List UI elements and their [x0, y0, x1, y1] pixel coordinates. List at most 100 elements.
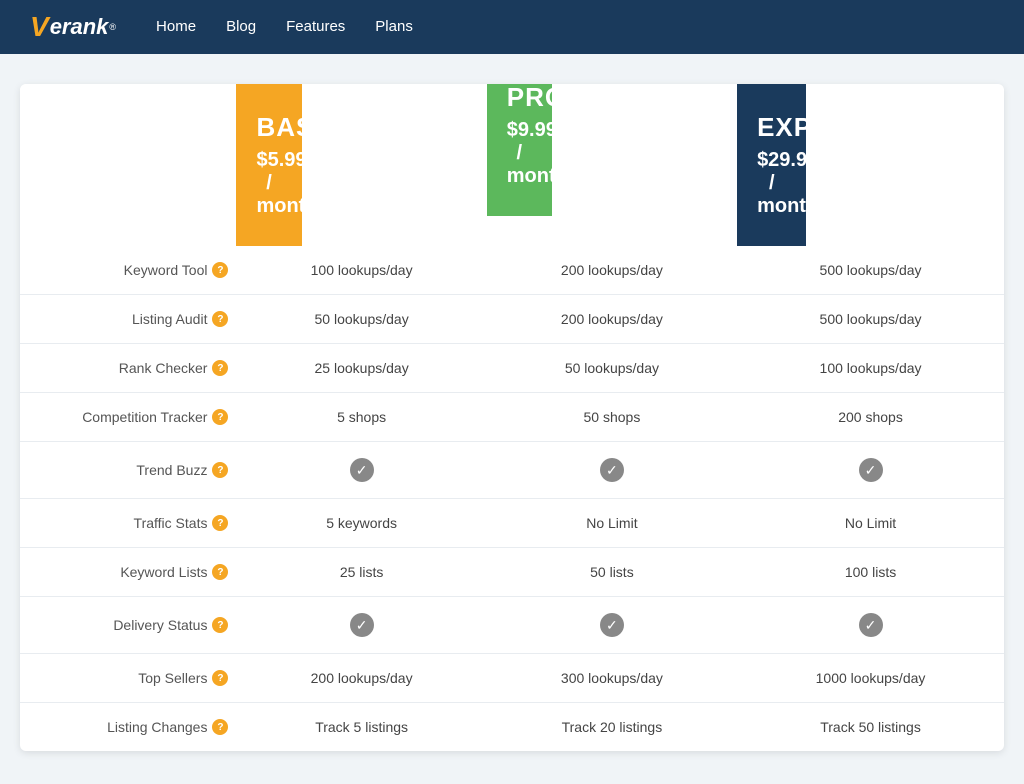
feature-name-cell: Keyword Tool? — [20, 246, 236, 295]
feature-basic-value: 25 lookups/day — [236, 344, 486, 393]
feature-basic-value: ✓︎ — [236, 597, 486, 654]
empty-header-cell — [20, 84, 236, 246]
feature-name-cell: Keyword Lists? — [20, 548, 236, 597]
feature-row: Listing Changes?Track 5 listingsTrack 20… — [20, 703, 1004, 752]
help-icon[interactable]: ? — [212, 462, 228, 478]
feature-expert-value: ✓︎ — [737, 442, 1004, 499]
navigation: V erank ® Home Blog Features Plans — [0, 0, 1024, 54]
feature-basic-value: 5 shops — [236, 393, 486, 442]
feature-expert-value: 200 shops — [737, 393, 1004, 442]
help-icon[interactable]: ? — [212, 360, 228, 376]
feature-pro-value: Track 20 listings — [487, 703, 737, 752]
feature-pro-value: 200 lookups/day — [487, 295, 737, 344]
feature-expert-value: No Limit — [737, 499, 1004, 548]
feature-expert-value: 1000 lookups/day — [737, 654, 1004, 703]
feature-row: Traffic Stats?5 keywordsNo LimitNo Limit — [20, 499, 1004, 548]
feature-label: Delivery Status — [113, 617, 207, 633]
feature-row: Rank Checker?25 lookups/day50 lookups/da… — [20, 344, 1004, 393]
feature-row: Keyword Lists?25 lists50 lists100 lists — [20, 548, 1004, 597]
feature-basic-value: 100 lookups/day — [236, 246, 486, 295]
feature-basic-value: ✓︎ — [236, 442, 486, 499]
feature-name-cell: Rank Checker? — [20, 344, 236, 393]
nav-links: Home Blog Features Plans — [156, 18, 413, 36]
feature-label: Listing Changes — [107, 719, 207, 735]
help-icon[interactable]: ? — [212, 617, 228, 633]
feature-label: Traffic Stats — [134, 515, 208, 531]
help-icon[interactable]: ? — [212, 409, 228, 425]
plan-header-row: BASIC $5.99 / month PRO $9.99 / month EX… — [20, 84, 1004, 246]
help-icon[interactable]: ? — [212, 670, 228, 686]
plan-basic-name: BASIC — [256, 112, 281, 143]
logo-erank: erank — [50, 14, 109, 40]
plan-pro-header: PRO $9.99 / month — [487, 84, 737, 246]
feature-basic-value: 5 keywords — [236, 499, 486, 548]
feature-expert-value: ✓︎ — [737, 597, 1004, 654]
feature-expert-value: 100 lists — [737, 548, 1004, 597]
feature-row: Keyword Tool?100 lookups/day200 lookups/… — [20, 246, 1004, 295]
feature-name-cell: Competition Tracker? — [20, 393, 236, 442]
nav-blog[interactable]: Blog — [226, 18, 256, 35]
checkmark-icon: ✓︎ — [350, 458, 374, 482]
help-icon[interactable]: ? — [212, 564, 228, 580]
logo-v: V — [30, 13, 49, 41]
feature-label: Top Sellers — [138, 670, 207, 686]
nav-home[interactable]: Home — [156, 18, 196, 35]
feature-label: Keyword Lists — [120, 564, 207, 580]
feature-label: Trend Buzz — [136, 462, 207, 478]
plan-basic-price: $5.99 / month — [256, 149, 281, 218]
feature-expert-value: 500 lookups/day — [737, 295, 1004, 344]
nav-plans[interactable]: Plans — [375, 18, 413, 35]
feature-pro-value: 50 lists — [487, 548, 737, 597]
plan-basic-header: BASIC $5.99 / month — [236, 84, 486, 246]
nav-features[interactable]: Features — [286, 18, 345, 35]
logo: V erank ® — [30, 13, 116, 41]
logo-trademark: ® — [109, 22, 116, 32]
feature-row: Trend Buzz? ✓︎ ✓︎ ✓︎ — [20, 442, 1004, 499]
feature-pro-value: ✓︎ — [487, 597, 737, 654]
features-body: Keyword Tool?100 lookups/day200 lookups/… — [20, 246, 1004, 751]
feature-basic-value: 25 lists — [236, 548, 486, 597]
help-icon[interactable]: ? — [212, 311, 228, 327]
feature-label: Listing Audit — [132, 311, 208, 327]
feature-basic-value: 50 lookups/day — [236, 295, 486, 344]
checkmark-icon: ✓︎ — [350, 613, 374, 637]
pricing-table: BASIC $5.99 / month PRO $9.99 / month EX… — [20, 84, 1004, 751]
plan-expert-name: EXPERT — [757, 112, 786, 143]
checkmark-icon: ✓︎ — [600, 458, 624, 482]
feature-pro-value: No Limit — [487, 499, 737, 548]
help-icon[interactable]: ? — [212, 515, 228, 531]
feature-expert-value: 100 lookups/day — [737, 344, 1004, 393]
feature-pro-value: 50 shops — [487, 393, 737, 442]
feature-name-cell: Listing Changes? — [20, 703, 236, 752]
feature-label: Competition Tracker — [82, 409, 207, 425]
feature-name-cell: Listing Audit? — [20, 295, 236, 344]
feature-label: Rank Checker — [119, 360, 208, 376]
checkmark-icon: ✓︎ — [859, 458, 883, 482]
help-icon[interactable]: ? — [212, 719, 228, 735]
feature-pro-value: 300 lookups/day — [487, 654, 737, 703]
feature-pro-value: 50 lookups/day — [487, 344, 737, 393]
checkmark-icon: ✓︎ — [859, 613, 883, 637]
feature-name-cell: Delivery Status? — [20, 597, 236, 654]
feature-pro-value: ✓︎ — [487, 442, 737, 499]
feature-expert-value: 500 lookups/day — [737, 246, 1004, 295]
plan-expert-header: EXPERT $29.99 / month — [737, 84, 1004, 246]
feature-row: Listing Audit?50 lookups/day200 lookups/… — [20, 295, 1004, 344]
feature-label: Keyword Tool — [124, 262, 208, 278]
plan-expert-price: $29.99 / month — [757, 149, 786, 218]
feature-expert-value: Track 50 listings — [737, 703, 1004, 752]
feature-name-cell: Top Sellers? — [20, 654, 236, 703]
page-content: BASIC $5.99 / month PRO $9.99 / month EX… — [0, 54, 1024, 781]
help-icon[interactable]: ? — [212, 262, 228, 278]
checkmark-icon: ✓︎ — [600, 613, 624, 637]
feature-row: Competition Tracker?5 shops50 shops200 s… — [20, 393, 1004, 442]
feature-row: Top Sellers?200 lookups/day300 lookups/d… — [20, 654, 1004, 703]
feature-pro-value: 200 lookups/day — [487, 246, 737, 295]
plan-pro-name: PRO — [507, 84, 532, 113]
feature-name-cell: Traffic Stats? — [20, 499, 236, 548]
plan-pro-price: $9.99 / month — [507, 119, 532, 188]
feature-row: Delivery Status? ✓︎ ✓︎ ✓︎ — [20, 597, 1004, 654]
feature-name-cell: Trend Buzz? — [20, 442, 236, 499]
feature-basic-value: Track 5 listings — [236, 703, 486, 752]
feature-basic-value: 200 lookups/day — [236, 654, 486, 703]
